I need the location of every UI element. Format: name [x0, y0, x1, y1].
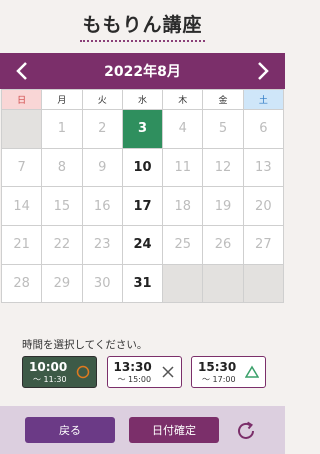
calendar-day: 9 — [82, 148, 123, 188]
calendar-day-empty — [2, 110, 43, 149]
calendar-day: 6 — [243, 110, 284, 149]
calendar-day-empty — [203, 264, 244, 304]
calendar-day: 8 — [42, 148, 83, 188]
calendar-day: 23 — [82, 226, 123, 265]
calendar-day[interactable]: 31 — [122, 264, 164, 304]
time-slot[interactable]: 15:30 〜 17:00 — [191, 356, 266, 388]
calendar-day[interactable]: 10 — [122, 148, 164, 188]
calendar-day: 20 — [243, 187, 284, 227]
calendar-day[interactable]: 24 — [122, 226, 164, 265]
triangle-icon — [245, 365, 259, 379]
chevron-left-icon — [16, 62, 27, 80]
calendar-week-row: 28 29 30 31 — [2, 264, 284, 304]
calendar-day: 26 — [203, 226, 244, 265]
calendar-day: 1 — [42, 110, 83, 149]
time-select-prompt: 時間を選択してください。 — [22, 339, 148, 351]
calendar-day: 25 — [163, 226, 204, 265]
calendar-day: 22 — [42, 226, 83, 265]
next-month-button[interactable] — [253, 61, 273, 81]
weekday-wed: 水 — [122, 90, 164, 110]
calendar-day: 11 — [163, 148, 204, 188]
confirm-date-button[interactable]: 日付確定 — [129, 417, 219, 443]
calendar-day-empty — [163, 264, 204, 304]
page-header: ももりん講座 — [0, 10, 285, 42]
calendar-day: 14 — [2, 187, 43, 227]
weekday-sun: 日 — [2, 90, 43, 110]
calendar-day[interactable]: 3 — [122, 110, 164, 149]
weekday-fri: 金 — [203, 90, 244, 110]
calendar-day: 29 — [42, 264, 83, 304]
calendar-day: 18 — [163, 187, 204, 227]
calendar-week-row: 21 22 23 24 25 26 27 — [2, 226, 284, 265]
weekday-mon: 月 — [42, 90, 83, 110]
calendar-day: 19 — [203, 187, 244, 227]
calendar-header: 2022年8月 — [0, 53, 285, 89]
calendar-day: 7 — [2, 148, 43, 188]
cross-icon — [161, 365, 175, 379]
calendar-day: 16 — [82, 187, 123, 227]
time-slot[interactable]: 10:00 〜 11:30 — [22, 356, 97, 388]
circle-icon — [76, 365, 90, 379]
calendar-day: 15 — [42, 187, 83, 227]
footer-bar: 戻る 日付確定 — [0, 406, 285, 454]
time-slot-list: 10:00 〜 11:30 13:30 〜 15:00 15:30 〜 17:0… — [22, 356, 266, 388]
weekday-header-row: 日 月 火 水 木 金 土 — [2, 90, 284, 110]
calendar-day: 4 — [163, 110, 204, 149]
calendar-day: 12 — [203, 148, 244, 188]
back-button[interactable]: 戻る — [25, 417, 115, 443]
weekday-tue: 火 — [82, 90, 123, 110]
calendar-day: 27 — [243, 226, 284, 265]
calendar-day-empty — [243, 264, 284, 304]
calendar-day[interactable]: 17 — [122, 187, 164, 227]
chevron-right-icon — [258, 62, 269, 80]
calendar-day: 2 — [82, 110, 123, 149]
weekday-sat: 土 — [243, 90, 284, 110]
calendar-week-row: 7 8 9 10 11 12 13 — [2, 148, 284, 188]
calendar-week-row: 123456 — [2, 110, 284, 149]
calendar-week-row: 14 15 16 17 18 19 20 — [2, 187, 284, 227]
calendar-day: 30 — [82, 264, 123, 304]
calendar-day: 13 — [243, 148, 284, 188]
page-title: ももりん講座 — [80, 10, 205, 42]
calendar-grid: 日 月 火 水 木 金 土 1 2 3 4 5 6 7 8 9 10 11 12 13 14 15 16 17 1… — [1, 89, 284, 304]
refresh-icon[interactable] — [234, 419, 258, 443]
time-slot[interactable]: 13:30 〜 15:00 — [106, 356, 182, 388]
weekday-thu: 木 — [163, 90, 204, 110]
month-label: 2022年8月 — [104, 64, 181, 80]
calendar-day: 21 — [2, 226, 43, 265]
calendar-day: 5 — [203, 110, 244, 149]
calendar-day: 28 — [2, 264, 43, 304]
prev-month-button[interactable] — [12, 61, 32, 81]
